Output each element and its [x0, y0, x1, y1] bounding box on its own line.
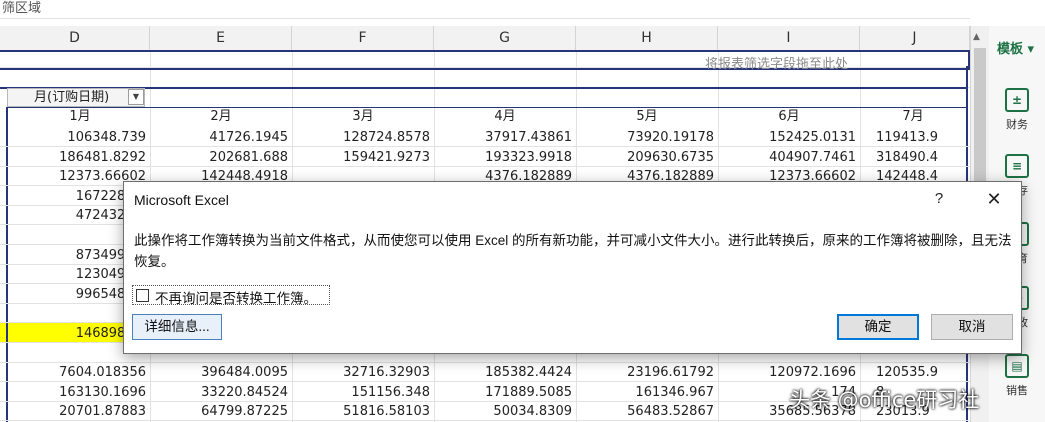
pivot-cell[interactable]: 318490.4: [860, 148, 966, 167]
pivot-cell[interactable]: 120972.1696: [718, 363, 856, 382]
close-icon[interactable]: ✕: [979, 188, 1009, 210]
month-header: 4月: [494, 109, 516, 124]
convert-workbook-dialog: Microsoft Excel ? ✕ 此操作将工作簿转换为当前文件格式，从而使…: [123, 181, 1022, 354]
pivot-cell[interactable]: 56483.52867: [576, 402, 714, 421]
template-finance[interactable]: ± 财务: [989, 88, 1045, 132]
scroll-up-arrow-icon[interactable]: ▲: [973, 32, 980, 42]
column-header-G[interactable]: G: [434, 26, 576, 50]
pivot-cell[interactable]: 51816.58103: [292, 402, 430, 421]
pivot-cell[interactable]: 171889.5085: [434, 383, 572, 402]
pivot-cell[interactable]: 193323.9918: [434, 148, 572, 167]
column-header-E[interactable]: E: [150, 26, 292, 50]
pivot-cell[interactable]: 152425.0131: [718, 128, 856, 147]
dont-ask-checkbox[interactable]: [136, 289, 149, 302]
month-header: 5月: [636, 109, 658, 124]
pivot-cell[interactable]: 120535.9: [860, 363, 966, 382]
pivot-cell[interactable]: 7604.018356: [8, 363, 146, 382]
column-header-D[interactable]: D: [0, 26, 150, 50]
details-button[interactable]: 详细信息...: [132, 314, 222, 340]
inventory-icon: ≡: [1005, 154, 1029, 178]
pivot-cell[interactable]: 37917.43861: [434, 128, 572, 147]
pivot-cell[interactable]: 185382.4424: [434, 363, 572, 382]
pivot-table-border: [0, 87, 968, 89]
pivot-cell[interactable]: 186481.8292: [8, 148, 146, 167]
column-header-J[interactable]: J: [860, 26, 970, 50]
template-label: 财务: [1006, 118, 1028, 131]
pivot-cell[interactable]: 33220.84524: [150, 383, 288, 402]
pivot-cell[interactable]: 119413.9: [860, 128, 966, 147]
template-sales[interactable]: ▤ 销售: [989, 354, 1045, 398]
pivot-cell[interactable]: 20701.87883: [8, 402, 146, 421]
column-header-bar: D E F G H I J: [0, 26, 970, 51]
pivot-cell[interactable]: 396484.0095: [150, 363, 288, 382]
report-filter-area[interactable]: 将报表筛选字段拖至此处: [0, 50, 970, 72]
cancel-button[interactable]: 取消: [931, 314, 1013, 340]
dont-ask-label[interactable]: 不再询问是否转换工作簿。: [155, 287, 317, 307]
pivot-cell[interactable]: 202681.688: [150, 148, 288, 167]
finance-icon: ±: [1005, 88, 1029, 112]
pivot-cell[interactable]: 50034.8309: [434, 402, 572, 421]
month-header: 3月: [352, 109, 374, 124]
pivot-cell[interactable]: 209630.6735: [576, 148, 714, 167]
pivot-cell[interactable]: 32716.32903: [292, 363, 430, 382]
column-header-H[interactable]: H: [576, 26, 718, 50]
pivot-cell[interactable]: 23196.61792: [576, 363, 714, 382]
help-icon[interactable]: ?: [924, 188, 954, 210]
watermark: 头条 @office研习社: [789, 388, 980, 412]
template-label: 销售: [1006, 384, 1028, 397]
pivot-cell[interactable]: 151156.348: [292, 383, 430, 402]
ok-button[interactable]: 确定: [837, 314, 919, 340]
column-header-I[interactable]: I: [718, 26, 860, 50]
pivot-cell[interactable]: 163130.1696: [8, 383, 146, 402]
pivot-cell[interactable]: 64799.87225: [150, 402, 288, 421]
pivot-column-field[interactable]: 月(订购日期): [7, 88, 145, 107]
column-header-F[interactable]: F: [292, 26, 434, 50]
pivot-cell[interactable]: 404907.7461: [718, 148, 856, 167]
month-header: 1月: [69, 109, 91, 124]
region-label: 筛区域: [2, 1, 42, 16]
pivot-cell[interactable]: 161346.967: [576, 383, 714, 402]
field-dropdown-button[interactable]: ▼: [128, 89, 144, 105]
pivot-cell[interactable]: 159421.9273: [292, 148, 430, 167]
dont-ask-checkbox-row[interactable]: 不再询问是否转换工作簿。: [132, 285, 330, 307]
dialog-title: Microsoft Excel: [134, 192, 229, 208]
formula-area: 筛区域: [0, 0, 970, 19]
month-header: 6月: [778, 109, 800, 124]
sales-icon: ▤: [1005, 354, 1029, 378]
pivot-cell[interactable]: 73920.19178: [576, 128, 714, 147]
pivot-cell[interactable]: 128724.8578: [292, 128, 430, 147]
filter-drop-hint: 将报表筛选字段拖至此处: [704, 57, 848, 72]
pivot-cell[interactable]: 106348.739: [8, 128, 146, 147]
month-header: 7月: [902, 109, 924, 124]
pivot-cell[interactable]: 41726.1945: [150, 128, 288, 147]
dialog-message: 此操作将工作簿转换为当前文件格式，从而使您可以使用 Excel 的所有新功能，并…: [134, 233, 1012, 269]
month-header: 2月: [210, 109, 232, 124]
template-panel-title[interactable]: 模板 ▾: [997, 38, 1034, 57]
